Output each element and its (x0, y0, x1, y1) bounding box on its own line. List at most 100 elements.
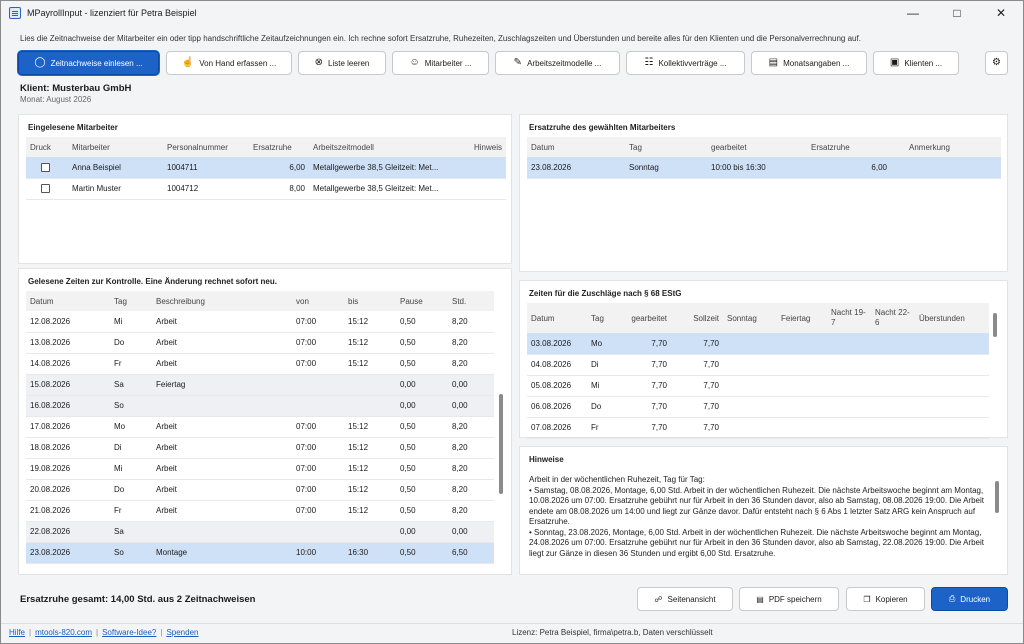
col-gearbeitet[interactable]: gearbeitet (707, 137, 807, 157)
col-personalnummer[interactable]: Personalnummer (163, 137, 249, 157)
cell-std: 8,20 (448, 416, 494, 438)
minimize-icon[interactable]: — (891, 1, 935, 25)
times-panel: Gelesene Zeiten zur Kontrolle. Eine Ände… (18, 268, 512, 575)
times-table: Datum Tag Beschreibung von bis Pause Std… (26, 291, 494, 564)
col-sonntag[interactable]: Sonntag (723, 303, 777, 333)
page-view-label: Seitenansicht (667, 594, 716, 604)
zuschlaege-scrollbar[interactable] (993, 313, 997, 337)
software-idea-link[interactable]: Software-Idee? (102, 628, 156, 637)
col-tag[interactable]: Tag (587, 303, 621, 333)
col-beschreibung[interactable]: Beschreibung (152, 291, 292, 311)
col-ersatzruhe[interactable]: Ersatzruhe (807, 137, 891, 157)
cell-sollzeit: 7,70 (671, 375, 723, 397)
clients-button[interactable]: ▣ Klienten ... (873, 51, 959, 75)
cell-pause: 0,50 (396, 332, 448, 354)
read-timesheets-button[interactable]: ◯ Zeitnachweise einlesen ... (18, 51, 159, 75)
cell-empty (915, 417, 989, 439)
table-row[interactable]: 18.08.2026 Di Arbeit 07:00 15:12 0,50 8,20 (26, 437, 494, 459)
col-tag[interactable]: Tag (110, 291, 152, 311)
hints-scrollbar[interactable] (995, 481, 999, 513)
work-models-button[interactable]: ✎ Arbeitszeitmodelle ... (495, 51, 620, 75)
employees-button[interactable]: ☺ Mitarbeiter ... (392, 51, 489, 75)
employees-panel: Eingelesene Mitarbeiter Druck Mitarbeite… (18, 114, 512, 264)
print-button[interactable]: ⎙ Drucken (931, 587, 1008, 611)
cell-empty (723, 396, 777, 418)
table-row[interactable]: 17.08.2026 Mo Arbeit 07:00 15:12 0,50 8,20 (26, 416, 494, 438)
help-link[interactable]: Hilfe (9, 628, 25, 637)
monthly-data-button[interactable]: ▤ Monatsangaben ... (751, 51, 867, 75)
collective-agreements-button[interactable]: ☷ Kollektivverträge ... (626, 51, 745, 75)
cell-pause: 0,50 (396, 458, 448, 480)
table-row[interactable]: 19.08.2026 Mi Arbeit 07:00 15:12 0,50 8,20 (26, 458, 494, 480)
table-row[interactable]: 04.08.2026 Di 7,70 7,70 (527, 354, 989, 376)
table-row[interactable]: 16.08.2026 So 0,00 0,00 (26, 395, 494, 417)
col-arbeitszeitmodell[interactable]: Arbeitszeitmodell (309, 137, 449, 157)
ersatzruhe-summary: Ersatzruhe gesamt: 14,00 Std. aus 2 Zeit… (20, 594, 256, 605)
col-bis[interactable]: bis (344, 291, 396, 311)
cell-tag: Mo (110, 416, 152, 438)
table-row[interactable]: 23.08.2026 So Montage 10:00 16:30 0,50 6,50 (26, 542, 494, 564)
cell-datum: 04.08.2026 (527, 354, 587, 376)
print-checkbox[interactable] (41, 162, 50, 172)
col-std[interactable]: Std. (448, 291, 494, 311)
table-row[interactable]: 13.08.2026 Do Arbeit 07:00 15:12 0,50 8,20 (26, 332, 494, 354)
copy-button[interactable]: ❐ Kopieren (846, 587, 925, 611)
cell-datum: 22.08.2026 (26, 521, 110, 543)
col-sollzeit[interactable]: Sollzeit (671, 303, 723, 333)
col-tag[interactable]: Tag (625, 137, 707, 157)
col-datum[interactable]: Datum (527, 137, 625, 157)
table-row[interactable]: 06.08.2026 Do 7,70 7,70 (527, 396, 989, 418)
close-icon[interactable]: ✕ (979, 1, 1023, 25)
times-scrollbar[interactable] (499, 394, 503, 494)
col-anmerkung[interactable]: Anmerkung (891, 137, 1001, 157)
col-feiertag[interactable]: Feiertag (777, 303, 827, 333)
table-row[interactable]: Anna Beispiel 1004711 6,00 Metallgewerbe… (26, 157, 506, 179)
table-row[interactable]: 07.08.2026 Fr 7,70 7,70 (527, 417, 989, 439)
cell-std: 0,00 (448, 374, 494, 396)
scan-icon: ◯ (34, 57, 46, 68)
table-row[interactable]: 03.08.2026 Mo 7,70 7,70 (527, 333, 989, 355)
save-pdf-button[interactable]: ▤ PDF speichern (739, 587, 839, 611)
col-datum[interactable]: Datum (26, 291, 110, 311)
table-row[interactable]: 21.08.2026 Fr Arbeit 07:00 15:12 0,50 8,20 (26, 500, 494, 522)
clear-list-button[interactable]: ⊗ Liste leeren (298, 51, 386, 75)
cell-pause: 0,00 (396, 374, 448, 396)
col-gearbeitet[interactable]: gearbeitet (621, 303, 671, 333)
print-checkbox[interactable] (41, 184, 50, 194)
table-row[interactable]: 23.08.2026 Sonntag 10:00 bis 16:30 6,00 (527, 157, 1001, 179)
table-row[interactable]: 05.08.2026 Mi 7,70 7,70 (527, 375, 989, 397)
donate-link[interactable]: Spenden (166, 628, 198, 637)
col-hinweis[interactable]: Hinweis (449, 137, 506, 157)
cell-bis: 15:12 (344, 416, 396, 438)
ersatzruhe-table: Datum Tag gearbeitet Ersatzruhe Anmerkun… (527, 137, 1001, 179)
hints-text: Arbeit in der wöchentlichen Ruhezeit, Ta… (529, 475, 991, 559)
table-row[interactable]: Martin Muster 1004712 8,00 Metallgewerbe… (26, 178, 506, 200)
table-row[interactable]: 22.08.2026 Sa 0,00 0,00 (26, 521, 494, 543)
settings-button[interactable]: ⚙ (985, 51, 1008, 75)
manual-entry-button[interactable]: ☝ Von Hand erfassen ... (166, 51, 292, 75)
col-datum[interactable]: Datum (527, 303, 587, 333)
col-druck[interactable]: Druck (26, 137, 68, 157)
col-nacht-22-6[interactable]: Nacht 22-6 (871, 303, 915, 333)
page-view-button[interactable]: ☍ Seitenansicht (637, 587, 733, 611)
table-row[interactable]: 14.08.2026 Fr Arbeit 07:00 15:12 0,50 8,20 (26, 353, 494, 375)
table-row[interactable]: 15.08.2026 Sa Feiertag 0,00 0,00 (26, 374, 494, 396)
cell-empty (915, 375, 989, 397)
table-row[interactable]: 12.08.2026 Mi Arbeit 07:00 15:12 0,50 8,20 (26, 311, 494, 333)
cell-von (292, 521, 344, 543)
zuschlaege-title: Zeiten für die Zuschläge nach § 68 EStG (529, 289, 682, 298)
cell-empty (871, 354, 915, 376)
col-ueberstunden[interactable]: Überstunden (915, 303, 989, 333)
col-mitarbeiter[interactable]: Mitarbeiter (68, 137, 163, 157)
col-nacht-19-7[interactable]: Nacht 19-7 (827, 303, 871, 333)
col-von[interactable]: von (292, 291, 344, 311)
cell-beschreibung (152, 521, 292, 543)
cell-std: 0,00 (448, 521, 494, 543)
cell-datum: 06.08.2026 (527, 396, 587, 418)
website-link[interactable]: mtools-820.com (35, 628, 92, 637)
col-pause[interactable]: Pause (396, 291, 448, 311)
col-ersatzruhe[interactable]: Ersatzruhe (249, 137, 309, 157)
table-row[interactable]: 20.08.2026 Do Arbeit 07:00 15:12 0,50 8,20 (26, 479, 494, 501)
maximize-icon[interactable]: □ (935, 1, 979, 25)
client-icon: ▣ (889, 57, 900, 68)
